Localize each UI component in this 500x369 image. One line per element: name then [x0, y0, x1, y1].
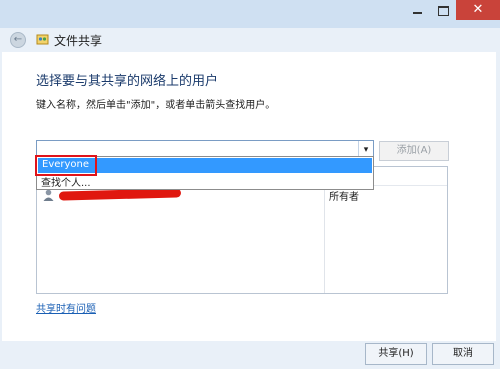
permission-level: 所有者: [329, 192, 359, 203]
maximize-icon: [438, 6, 449, 16]
redacted-user-name: [58, 188, 182, 201]
footer-bar: 共享(H) 取消: [0, 341, 500, 369]
highlight-box: [35, 155, 97, 176]
window-title: 文件共享: [54, 34, 103, 48]
add-button[interactable]: 添加(A): [379, 141, 449, 161]
user-icon: [43, 189, 54, 201]
minimize-icon: [413, 12, 422, 14]
dropdown-option-find-people[interactable]: 查找个人...: [41, 174, 91, 189]
maximize-button[interactable]: [430, 0, 456, 20]
cancel-button[interactable]: 取消: [432, 343, 494, 365]
page-heading: 选择要与其共享的网络上的用户: [36, 74, 219, 89]
title-bar: ✕: [0, 0, 500, 28]
share-button[interactable]: 共享(H): [365, 343, 427, 365]
close-button[interactable]: ✕: [456, 0, 500, 20]
wizard-content: 选择要与其共享的网络上的用户 键入名称，然后单击"添加"，或者单击箭头查找用户。…: [2, 52, 496, 341]
file-sharing-icon: [36, 34, 49, 45]
user-dropdown-list: Everyone 查找个人...: [35, 155, 374, 190]
help-link[interactable]: 共享时有问题: [36, 300, 96, 315]
minimize-button[interactable]: [404, 0, 430, 20]
back-button[interactable]: ←: [10, 32, 26, 48]
nav-row: ← 文件共享: [0, 28, 500, 52]
instructions-text: 键入名称，然后单击"添加"，或者单击箭头查找用户。: [36, 100, 276, 111]
